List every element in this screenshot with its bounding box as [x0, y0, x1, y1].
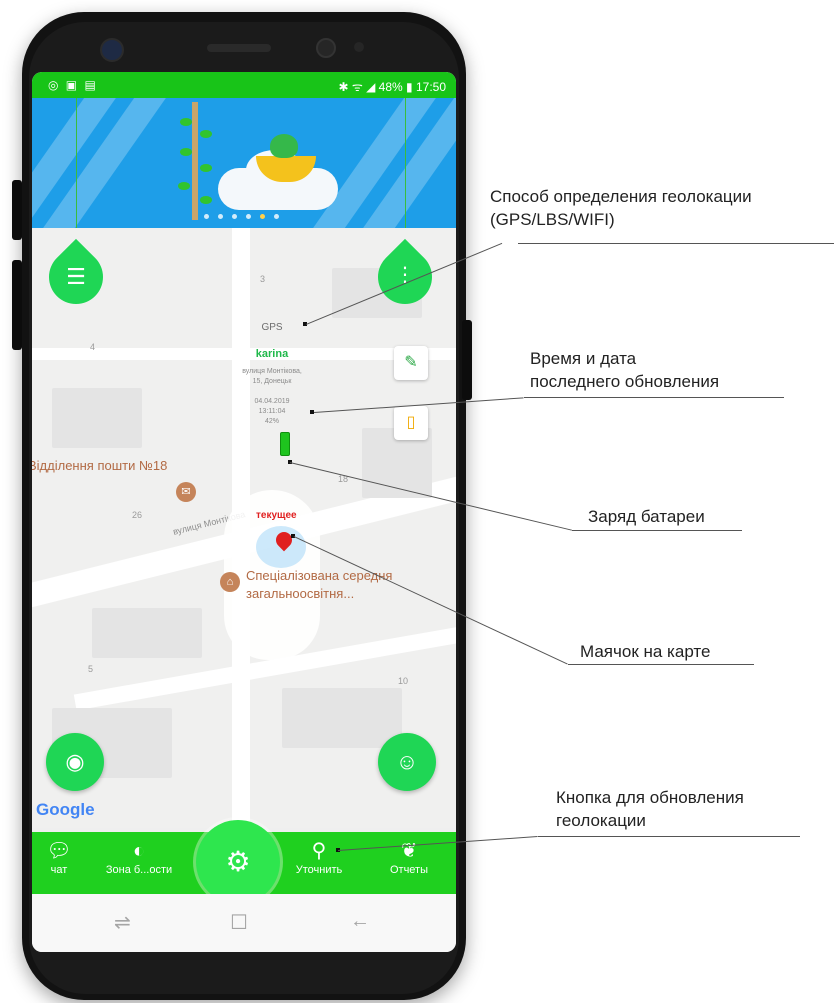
baby-illustration: [270, 134, 298, 158]
block-number: 4: [90, 342, 96, 352]
earpiece-speaker: [207, 44, 271, 52]
annotation-line: [518, 243, 834, 244]
annotation-update-time-line2: последнего обновления: [530, 372, 720, 391]
status-right-info: ✱ ᯤ ◢ 48% ▮ 17:50: [338, 80, 446, 94]
building: [92, 608, 202, 658]
volume-button: [12, 180, 22, 240]
nav-reports-label: Отчеты: [389, 864, 429, 876]
status-left-icons: ◎ ▣ ▤: [48, 78, 98, 92]
system-nav-bar: ⇌ ☐ ←: [32, 894, 456, 952]
annotation-geo-method-line1: Способ определения геолокации: [490, 187, 752, 206]
annotation-geo-method-line2: (GPS/LBS/WIFI): [490, 210, 615, 229]
annotation-line: [572, 530, 742, 531]
nav-chat-label: чат: [50, 864, 68, 876]
geo-method-label: GPS: [261, 322, 283, 333]
annotation-line: [538, 836, 800, 837]
safe-zone-icon: ◐: [132, 840, 146, 862]
school-icon[interactable]: ⌂: [220, 572, 240, 592]
annotation-refresh: Кнопка для обновления геолокации: [556, 786, 744, 832]
annotation-update-time-line1: Время и дата: [530, 349, 637, 368]
app-banner: [32, 98, 456, 228]
block-number: 10: [398, 676, 409, 686]
home-icon[interactable]: ☐: [230, 910, 248, 935]
footprints-icon: ❦: [400, 840, 418, 862]
annotation-refresh-line1: Кнопка для обновления: [556, 788, 744, 807]
status-bar: ◎ ▣ ▤ ✱ ᯤ ◢ 48% ▮ 17:50: [32, 72, 456, 98]
annotation-line: [568, 664, 754, 665]
phone-icon: ▯: [406, 414, 416, 431]
eye-icon: ◉: [65, 749, 85, 774]
annotation-battery: Заряд батареи: [588, 507, 705, 526]
block-number: 26: [132, 510, 143, 520]
marker-label: текущее: [256, 510, 297, 521]
power-button: [462, 320, 472, 400]
front-camera: [100, 38, 124, 62]
block-number: 5: [88, 664, 94, 674]
nav-safe-zone-label: Зона б...ости: [105, 864, 173, 876]
poi-school-line1: Спеціалізована середня: [246, 568, 393, 583]
address-line1: вулиця Монтікова,: [242, 368, 302, 375]
recent-apps-icon[interactable]: ⇌: [114, 910, 131, 935]
hamburger-icon: ☰: [66, 264, 86, 289]
call-device-button[interactable]: ▯: [394, 406, 428, 440]
update-date: 04.04.2019: [254, 398, 290, 405]
annotation-refresh-line2: геолокации: [556, 811, 646, 830]
people-icon: ☺: [395, 749, 419, 774]
tree-illustration: [192, 102, 198, 220]
annotation-beacon: Маячок на карте: [580, 642, 711, 661]
nav-safe-zone[interactable]: ◐ Зона б...ости: [104, 838, 174, 876]
nav-chat[interactable]: 💬︎ чат: [32, 838, 94, 876]
gear-icon: ⚙: [225, 846, 251, 877]
post-office-icon[interactable]: ✉: [176, 482, 196, 502]
camera-button[interactable]: ◉: [46, 733, 104, 791]
phone-screen: ◎ ▣ ▤ ✱ ᯤ ◢ 48% ▮ 17:50 3 4 18 26 5 10 в…: [32, 72, 456, 952]
poi-post-label: Відділення пошти №18: [32, 458, 168, 473]
history-icon: ✎: [404, 354, 418, 371]
bixby-button: [12, 260, 22, 350]
annotation-update-time: Время и дата последнего обновления: [530, 347, 719, 393]
building: [52, 388, 142, 448]
iris-sensor: [316, 38, 336, 58]
google-logo: Google: [36, 800, 95, 819]
settings-button[interactable]: ⚙: [196, 820, 280, 904]
nav-locate-label: Уточнить: [295, 864, 343, 876]
battery-percent: 42%: [264, 418, 279, 425]
proximity-sensor: [354, 42, 364, 52]
map-view[interactable]: 3 4 18 26 5 10 вулиця Монтікова ☰ ⋮ GPS …: [32, 98, 456, 828]
device-name: karina: [255, 348, 289, 360]
address-line2: 15, Донецьк: [252, 378, 292, 385]
battery-icon: [280, 432, 290, 456]
history-button[interactable]: ✎: [394, 346, 428, 380]
block-number: 3: [260, 274, 266, 284]
contacts-button[interactable]: ☺: [378, 733, 436, 791]
annotation-geo-method: Способ определения геолокации (GPS/LBS/W…: [490, 185, 752, 231]
chat-icon: 💬︎: [46, 840, 72, 862]
location-pin-icon: ⚲: [311, 840, 327, 862]
nav-locate[interactable]: ⚲ Уточнить: [284, 838, 354, 876]
building: [282, 688, 402, 748]
poi-school-line2: загальноосвітня...: [246, 586, 355, 601]
back-icon[interactable]: ←: [350, 910, 370, 933]
annotation-line: [524, 397, 784, 398]
